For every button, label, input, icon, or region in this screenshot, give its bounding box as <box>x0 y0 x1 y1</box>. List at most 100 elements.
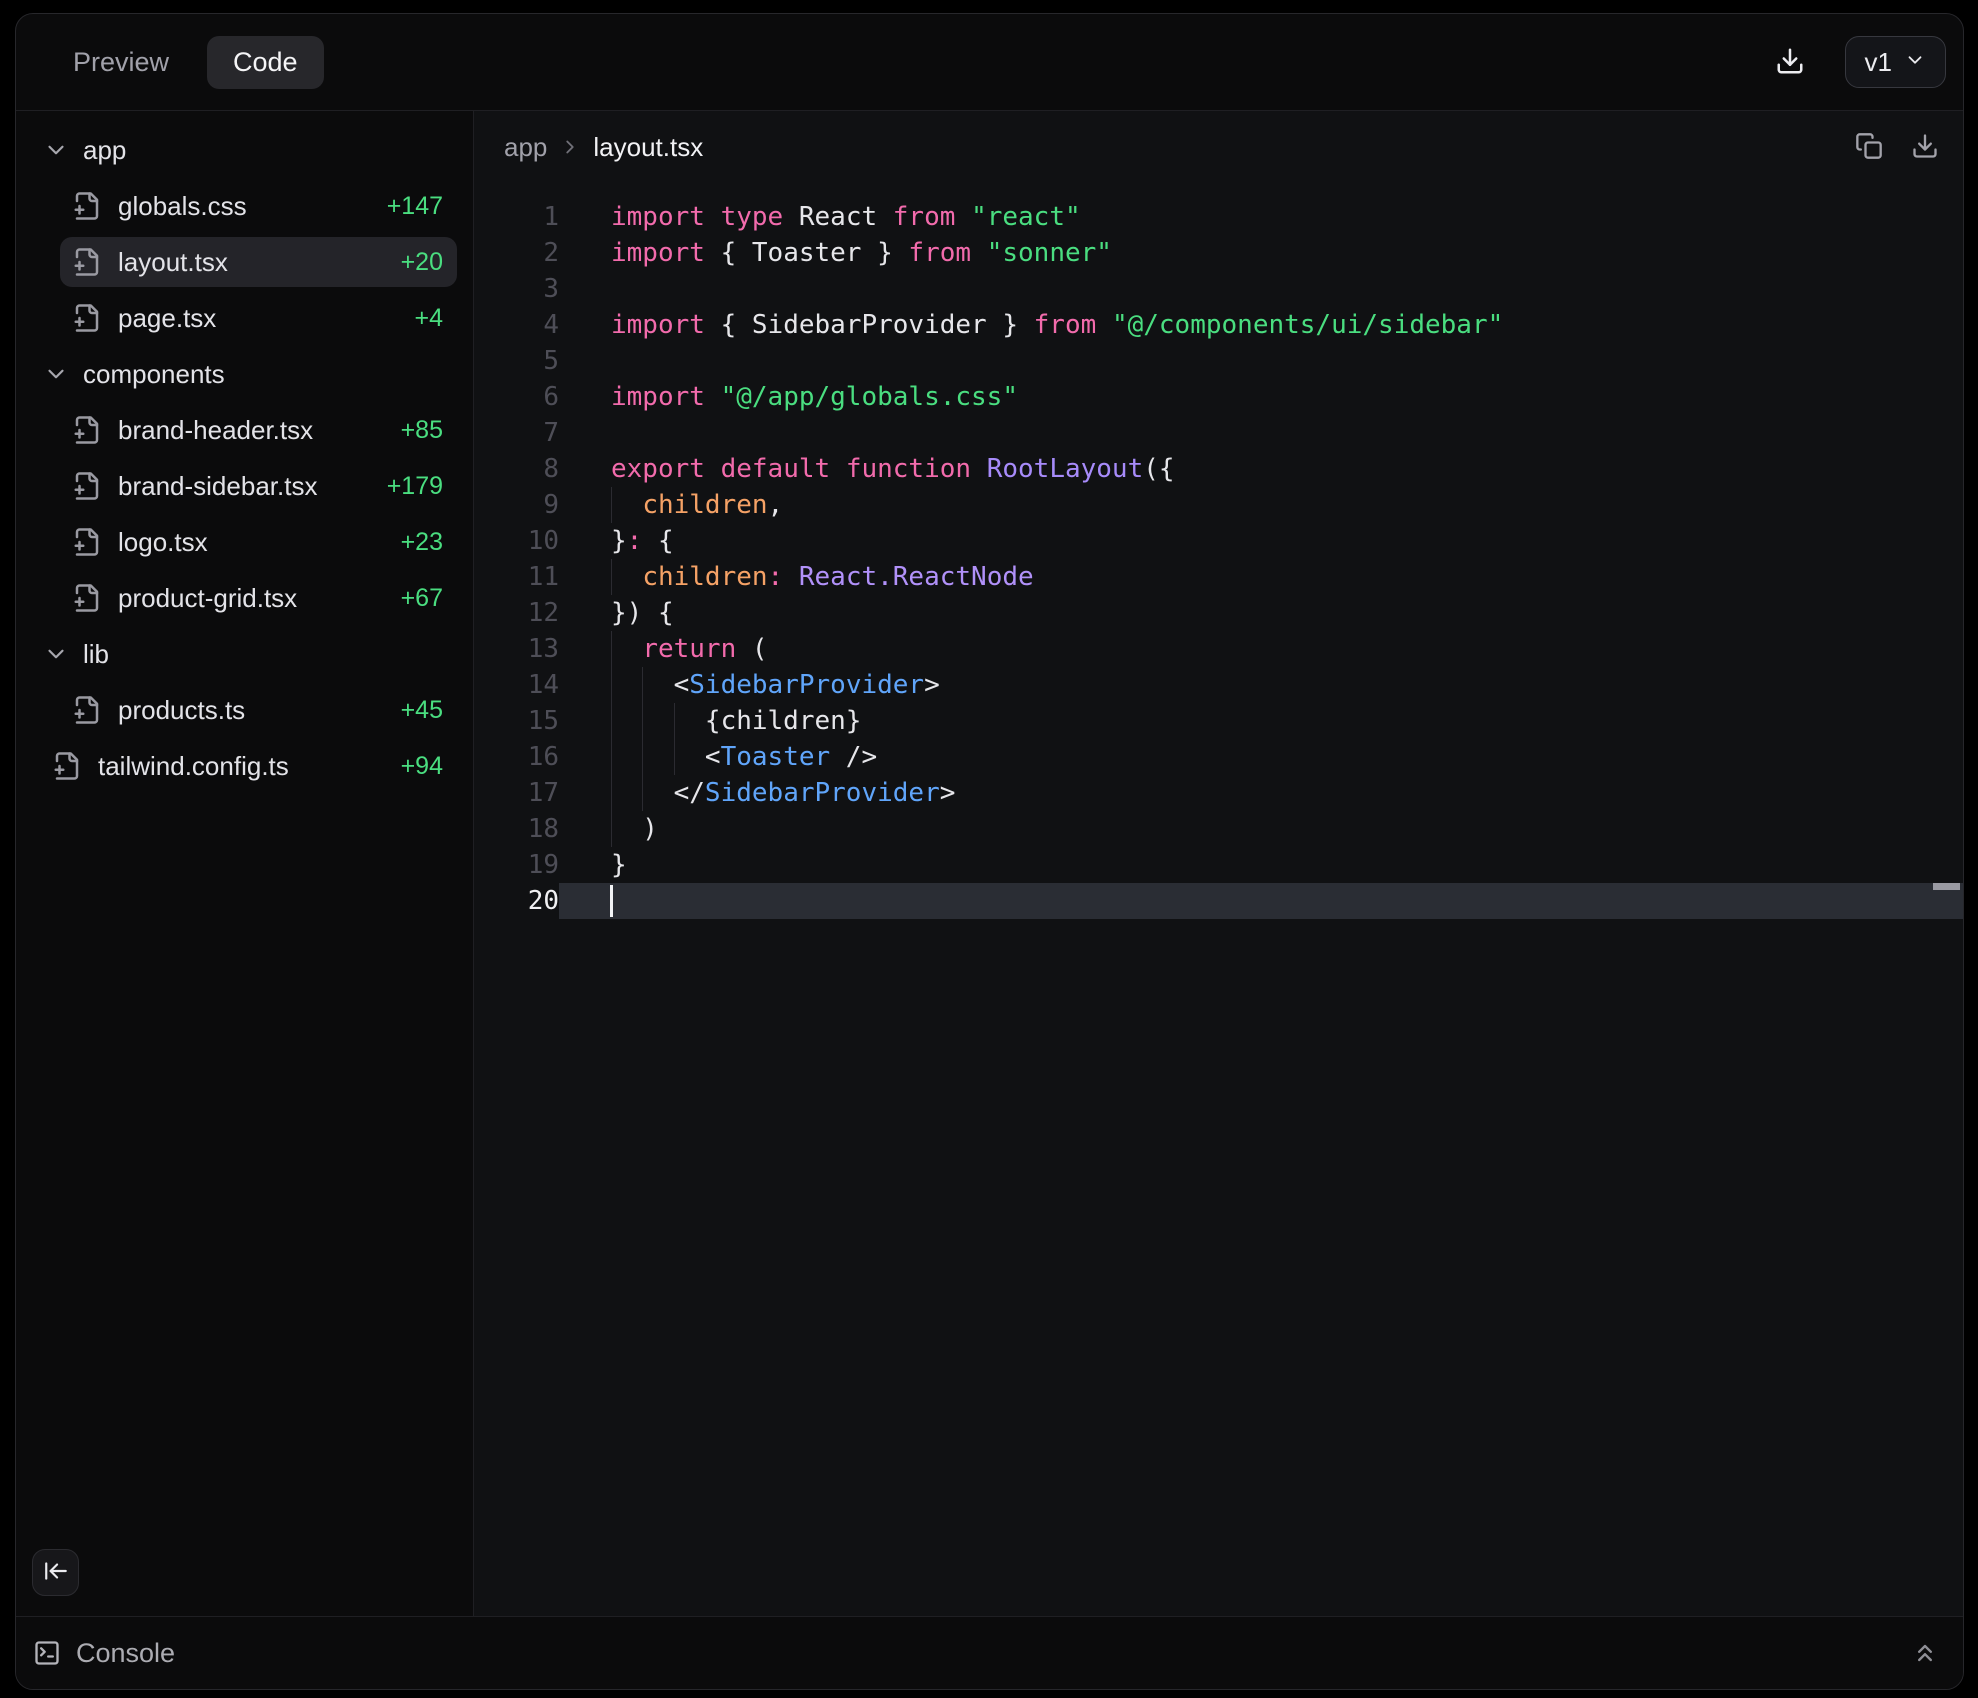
tree-item-page-tsx[interactable]: page.tsx +4 <box>60 293 457 343</box>
download-file-button[interactable] <box>1911 132 1939 163</box>
console-toggle-bar[interactable]: Console <box>16 1616 1963 1689</box>
code-line-content: ) <box>559 811 1963 847</box>
code-line-11[interactable]: 11 children: React.ReactNode <box>474 559 1963 595</box>
code-line-18[interactable]: 18 ) <box>474 811 1963 847</box>
code-line-8[interactable]: 8export default function RootLayout({ <box>474 451 1963 487</box>
diff-added-badge: +179 <box>387 472 443 501</box>
chevron-down-icon <box>43 137 69 163</box>
code-line-14[interactable]: 14 <SidebarProvider> <box>474 667 1963 703</box>
line-number: 9 <box>474 487 559 523</box>
console-label: Console <box>76 1638 175 1669</box>
code-line-15[interactable]: 15 {children} <box>474 703 1963 739</box>
tab-preview[interactable]: Preview <box>47 36 195 89</box>
version-label: v1 <box>1865 47 1892 78</box>
file-plus-icon <box>72 471 102 501</box>
code-editor-panel: app layout.tsx 1import type React from "… <box>474 111 1963 1616</box>
tree-item-label: components <box>83 359 225 390</box>
code-line-content: <Toaster /> <box>559 739 1963 775</box>
view-mode-tabs: Preview Code <box>47 36 324 89</box>
tree-item-layout-tsx[interactable]: layout.tsx+20 <box>60 237 457 287</box>
tree-item-label: app <box>83 135 126 166</box>
scrollbar-thumb[interactable] <box>1933 883 1960 890</box>
collapse-sidebar-button[interactable] <box>32 1549 79 1596</box>
indent-guide <box>611 631 612 667</box>
file-plus-icon <box>52 751 82 781</box>
code-line-19[interactable]: 19} <box>474 847 1963 883</box>
indent-guide <box>611 667 612 703</box>
download-icon <box>1911 132 1939 163</box>
code-area[interactable]: 1import type React from "react"2import {… <box>474 183 1963 1616</box>
line-number: 17 <box>474 775 559 811</box>
tree-item-label: page.tsx <box>118 303 216 334</box>
tree-item-globals-css[interactable]: globals.css+147 <box>60 181 457 231</box>
tree-item-logo-tsx[interactable]: logo.tsx+23 <box>60 517 457 567</box>
line-number: 8 <box>474 451 559 487</box>
code-line-content: </SidebarProvider> <box>559 775 1963 811</box>
indent-guide <box>611 811 612 847</box>
tree-item-product-grid-tsx[interactable]: product-grid.tsx+67 <box>60 573 457 623</box>
tree-item-products-ts[interactable]: products.ts+45 <box>60 685 457 735</box>
code-line-20[interactable]: 20 <box>474 883 1963 919</box>
line-number: 20 <box>474 883 559 919</box>
file-plus-icon <box>72 303 102 333</box>
code-line-10[interactable]: 10}: { <box>474 523 1963 559</box>
breadcrumb-folder: app <box>504 132 547 163</box>
code-line-2[interactable]: 2import { Toaster } from "sonner" <box>474 235 1963 271</box>
code-line-content <box>559 415 1963 451</box>
code-line-1[interactable]: 1import type React from "react" <box>474 199 1963 235</box>
chevron-down-icon <box>43 361 69 387</box>
code-line-13[interactable]: 13 return ( <box>474 631 1963 667</box>
tab-code[interactable]: Code <box>207 36 324 89</box>
tree-item-brand-header-tsx[interactable]: brand-header.tsx+85 <box>60 405 457 455</box>
code-line-9[interactable]: 9 children, <box>474 487 1963 523</box>
code-line-content: import { SidebarProvider } from "@/compo… <box>559 307 1963 343</box>
code-line-4[interactable]: 4import { SidebarProvider } from "@/comp… <box>474 307 1963 343</box>
code-line-17[interactable]: 17 </SidebarProvider> <box>474 775 1963 811</box>
line-number: 6 <box>474 379 559 415</box>
line-number: 13 <box>474 631 559 667</box>
tree-item-app[interactable]: app <box>40 125 457 175</box>
download-project-button[interactable] <box>1775 46 1805 79</box>
code-line-12[interactable]: 12}) { <box>474 595 1963 631</box>
file-tree: app globals.css+147 layout.tsx+20 page.tsx +… <box>40 125 457 791</box>
code-line-content: import { Toaster } from "sonner" <box>559 235 1963 271</box>
indent-guide <box>642 703 643 739</box>
tree-item-tailwind-config-ts[interactable]: tailwind.config.ts+94 <box>40 741 457 791</box>
indent-guide <box>611 559 612 595</box>
code-line-content: } <box>559 847 1963 883</box>
tree-item-brand-sidebar-tsx[interactable]: brand-sidebar.tsx+179 <box>60 461 457 511</box>
indent-guide <box>642 667 643 703</box>
tree-item-components[interactable]: components <box>40 349 457 399</box>
collapse-sidebar-icon <box>43 1558 69 1587</box>
line-number: 7 <box>474 415 559 451</box>
line-number: 5 <box>474 343 559 379</box>
code-line-6[interactable]: 6import "@/app/globals.css" <box>474 379 1963 415</box>
code-line-content: children, <box>559 487 1963 523</box>
code-line-7[interactable]: 7 <box>474 415 1963 451</box>
code-line-content <box>559 343 1963 379</box>
download-icon <box>1775 46 1805 79</box>
diff-added-badge: +67 <box>401 584 443 613</box>
code-line-5[interactable]: 5 <box>474 343 1963 379</box>
terminal-icon <box>33 1639 61 1667</box>
line-number: 2 <box>474 235 559 271</box>
diff-added-badge: +94 <box>401 752 443 781</box>
tree-item-label: products.ts <box>118 695 245 726</box>
chevron-down-icon <box>1904 47 1926 78</box>
tree-item-lib[interactable]: lib <box>40 629 457 679</box>
tree-item-label: lib <box>83 639 109 670</box>
line-number: 11 <box>474 559 559 595</box>
copy-code-button[interactable] <box>1855 132 1883 163</box>
code-line-content: export default function RootLayout({ <box>559 451 1963 487</box>
code-line-16[interactable]: 16 <Toaster /> <box>474 739 1963 775</box>
indent-guide <box>674 739 675 775</box>
code-panel-window: Preview Code v1 app globals.css+147 layout… <box>15 13 1964 1690</box>
code-line-content: return ( <box>559 631 1963 667</box>
main-body: app globals.css+147 layout.tsx+20 page.tsx +… <box>16 111 1963 1616</box>
chevron-down-icon <box>43 641 69 667</box>
code-line-3[interactable]: 3 <box>474 271 1963 307</box>
file-plus-icon <box>72 247 102 277</box>
diff-added-badge: +4 <box>414 304 443 333</box>
indent-guide <box>642 739 643 775</box>
version-selector[interactable]: v1 <box>1845 36 1946 88</box>
